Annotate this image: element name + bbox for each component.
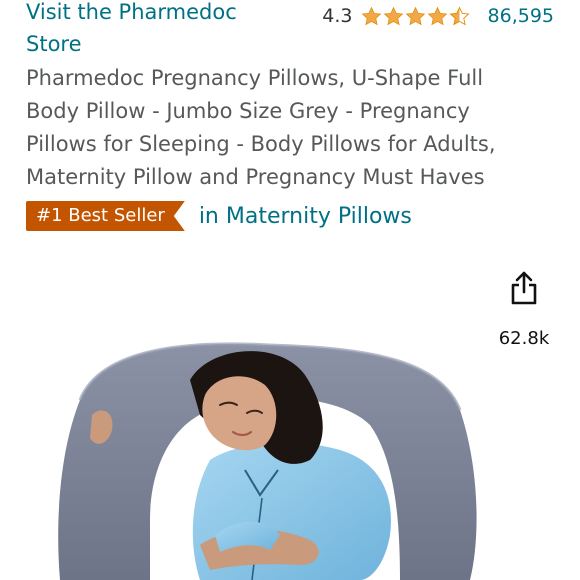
pregnancy-pillow-photo — [58, 342, 477, 580]
store-link-line-2: Store — [26, 32, 82, 56]
product-title: Pharmedoc Pregnancy Pillows, U-Shape Ful… — [26, 62, 546, 194]
star-full-icon — [405, 6, 425, 25]
product-title-line-4: Maternity Pillow and Pregnancy Must Have… — [26, 165, 485, 189]
bestseller-row: #1 Best Seller in Maternity Pillows — [26, 200, 412, 232]
share-icon — [511, 271, 537, 305]
rating-value: 4.3 — [322, 5, 353, 27]
rating-summary[interactable]: 4.3 86,595 — [322, 2, 554, 30]
review-count-link[interactable]: 86,595 — [488, 5, 554, 27]
star-full-icon — [361, 6, 381, 25]
star-half-icon — [448, 6, 470, 25]
visit-store-link[interactable]: Visit the Pharmedoc Store — [26, 0, 326, 60]
share-count: 62.8k — [498, 328, 550, 349]
product-title-line-3: Pillows for Sleeping - Body Pillows for … — [26, 132, 496, 156]
product-image[interactable] — [40, 320, 500, 580]
product-title-line-2: Body Pillow - Jumbo Size Grey - Pregnanc… — [26, 99, 470, 123]
product-title-line-1: Pharmedoc Pregnancy Pillows, U-Shape Ful… — [26, 66, 484, 90]
share-button[interactable] — [505, 268, 543, 308]
best-seller-badge: #1 Best Seller — [26, 201, 185, 231]
star-full-icon — [427, 6, 447, 25]
star-full-icon — [383, 6, 403, 25]
product-detail-page: Visit the Pharmedoc Store 4.3 86,595 Pha… — [0, 0, 580, 580]
bestseller-category-link[interactable]: in Maternity Pillows — [199, 204, 412, 229]
store-link-line-1: Visit the Pharmedoc — [26, 0, 237, 24]
star-rating — [361, 6, 470, 27]
